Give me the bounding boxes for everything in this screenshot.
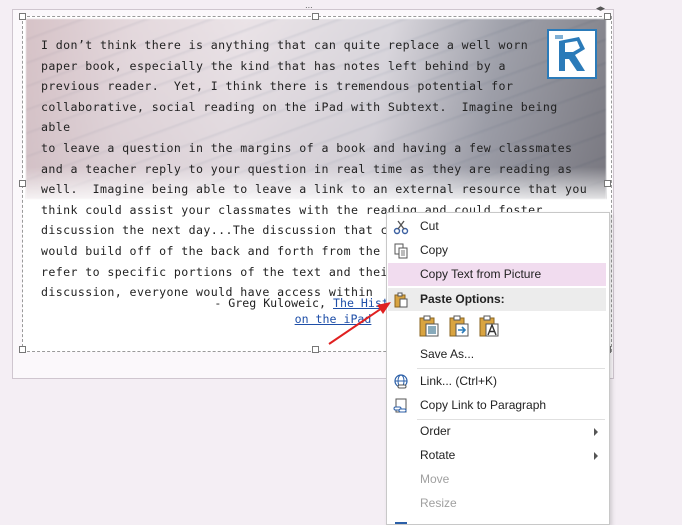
resize-handle[interactable] [19,180,26,187]
menu-item-label: Copy [420,243,449,257]
menu-item-label: Paste Options: [420,292,505,306]
paste-option-text-only[interactable] [477,315,501,339]
resize-handle[interactable] [312,13,319,20]
rotate-handle-icon[interactable]: ∙∙∙ [305,3,319,12]
menu-item-label: Resize [420,496,457,510]
menu-item-label: Copy Text from Picture [420,267,542,281]
submenu-arrow-icon [594,428,598,436]
resize-handle[interactable] [604,13,611,20]
resize-handle[interactable] [19,346,26,353]
paste-picture-icon [419,315,439,337]
copy-icon [393,243,409,259]
menu-item-label: Save As... [420,347,475,361]
annotation-arrow [328,302,391,345]
menu-item-copy[interactable]: Copy [388,239,606,262]
resize-handle[interactable] [19,13,26,20]
scissors-icon [393,219,409,235]
paste-option-keep-picture[interactable] [417,315,441,339]
menu-item-copy-text-from-picture[interactable]: Copy Text from Picture [388,263,606,286]
resize-handle[interactable] [604,180,611,187]
menu-item-move: Move [388,468,606,491]
menu-item-label: Copy Link to Paragraph [420,398,547,412]
context-menu: Cut Copy Copy Text from Picture Paste Op… [386,212,610,525]
menu-item-copy-link-to-paragraph[interactable]: Copy Link to Paragraph [388,394,606,417]
menu-item-label: Cut [420,219,439,233]
menu-item-rotate[interactable]: Rotate [388,444,606,467]
layout-options-icon[interactable]: ◂▸ [596,4,608,13]
paste-option-link[interactable] [447,315,471,339]
menu-item-save-as[interactable]: Save As... [388,343,606,366]
link-icon [393,374,409,390]
menu-item-label: Order [420,424,451,438]
paste-link-icon [449,315,469,337]
resize-handle[interactable] [312,346,319,353]
paste-text-icon [479,315,499,337]
menu-item-label: Rotate [420,448,456,462]
menu-item-label: Move [420,472,450,486]
menu-item-resize: Resize [388,492,606,515]
menu-item-link[interactable]: Link... (Ctrl+K) [388,370,606,393]
menu-item-order[interactable]: Order [388,420,606,443]
menu-item-label: Link... (Ctrl+K) [420,374,498,388]
submenu-arrow-icon [594,452,598,460]
menu-separator [417,368,605,369]
partial-icon [393,520,409,524]
paste-options-header: Paste Options: [388,288,606,311]
menu-item-cut[interactable]: Cut [388,215,606,238]
attribution-prefix: - Greg Kuloweic, [214,296,333,310]
link-paragraph-icon [393,398,409,414]
